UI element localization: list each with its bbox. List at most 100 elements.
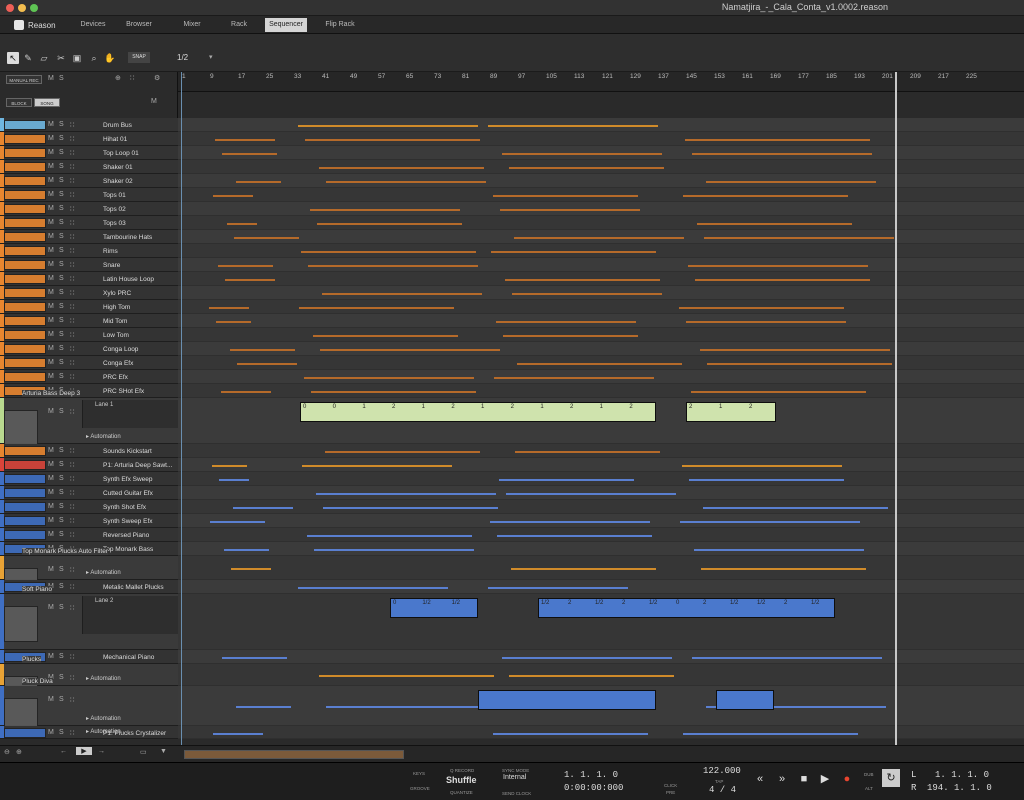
clip[interactable] <box>511 568 656 570</box>
clip[interactable] <box>213 732 263 735</box>
track-mute-button[interactable]: M <box>48 275 54 282</box>
device-thumbnail[interactable] <box>4 232 46 242</box>
track-solo-button[interactable]: S <box>59 503 64 510</box>
track-mute-button[interactable]: M <box>48 408 54 415</box>
track-header[interactable]: M S ∷ Reversed Piano <box>0 528 178 542</box>
device-thumbnail[interactable] <box>4 446 46 456</box>
device-thumbnail[interactable] <box>4 410 38 446</box>
track-name[interactable]: Tops 01 <box>103 192 126 199</box>
device-thumbnail[interactable] <box>4 728 46 738</box>
track-name[interactable]: High Tom <box>103 304 130 311</box>
settings-icon[interactable]: ⚙ <box>154 74 160 82</box>
device-thumbnail[interactable] <box>4 316 46 326</box>
tab-browser[interactable]: Browser <box>121 18 157 32</box>
clip[interactable] <box>316 493 496 495</box>
track-name[interactable]: PRC Efx <box>103 374 128 381</box>
track-mute-button[interactable]: M <box>48 261 54 268</box>
track-mute-button[interactable]: M <box>48 503 54 510</box>
clip[interactable] <box>683 732 858 735</box>
manual-rec-button[interactable]: MANUAL REC <box>6 75 42 84</box>
clip[interactable] <box>323 507 498 509</box>
track-solo-button[interactable]: S <box>59 696 64 703</box>
sequencer-lane[interactable] <box>178 726 1024 739</box>
record-enable-icon[interactable]: ∷ <box>70 583 74 591</box>
track-solo-button[interactable]: S <box>59 566 64 573</box>
sequencer-lane[interactable] <box>178 230 1024 244</box>
clip[interactable] <box>695 279 870 281</box>
device-thumbnail[interactable] <box>4 120 46 130</box>
automation-lane-toggle[interactable]: ▸ Automation <box>86 675 121 682</box>
record-enable-icon[interactable]: ∷ <box>70 163 74 171</box>
track-solo-button[interactable]: S <box>59 135 64 142</box>
track-mute-button[interactable]: M <box>48 163 54 170</box>
note-lane-header[interactable]: Lane 1 <box>82 400 178 428</box>
automation-lane-toggle[interactable]: ▸ Automation <box>86 433 121 440</box>
device-thumbnail[interactable] <box>4 176 46 186</box>
track-mute-button[interactable]: M <box>48 149 54 156</box>
shuffle-select[interactable]: Shuffle <box>446 775 477 785</box>
sequencer-lane[interactable] <box>178 286 1024 300</box>
select-arrow-icon[interactable]: ↖ <box>7 52 19 64</box>
record-enable-icon[interactable]: ∷ <box>70 674 74 682</box>
track-header[interactable]: M S ∷ Top Monark Plucks Auto Filter ▸ Automa… <box>0 548 178 588</box>
eraser-icon[interactable]: ▱ <box>38 52 50 64</box>
track-solo-button[interactable]: S <box>59 191 64 198</box>
clip[interactable] <box>209 307 249 309</box>
clip[interactable] <box>236 706 291 708</box>
magnify-icon[interactable]: ⌕ <box>88 52 100 64</box>
clip[interactable] <box>514 237 684 239</box>
device-thumbnail[interactable] <box>4 162 46 172</box>
clip[interactable] <box>680 521 860 523</box>
time-signature-display[interactable]: 4 / 4 <box>709 785 736 795</box>
track-header[interactable]: M S ∷ High Tom <box>0 300 178 314</box>
fast-forward-icon[interactable]: » <box>775 772 789 786</box>
keys-label[interactable]: KEYS <box>413 771 425 776</box>
block-mode-button[interactable]: BLOCK <box>6 98 32 107</box>
device-thumbnail[interactable] <box>4 134 46 144</box>
arrow-left-icon[interactable]: ← <box>60 748 67 755</box>
clip[interactable] <box>694 549 864 551</box>
transport-track-mute[interactable]: M <box>151 98 157 105</box>
track-solo-button[interactable]: S <box>59 489 64 496</box>
clip[interactable] <box>216 321 251 323</box>
track-name[interactable]: Mid Tom <box>103 318 127 325</box>
play-icon[interactable]: ▶ <box>818 772 832 786</box>
note-clip[interactable] <box>478 690 656 710</box>
track-solo-button[interactable]: S <box>59 219 64 226</box>
record-enable-icon[interactable]: ∷ <box>70 177 74 185</box>
track-header[interactable]: M S ∷ Soft Piano Lane 2 <box>0 586 178 650</box>
track-solo-button[interactable]: S <box>59 303 64 310</box>
marker-icon[interactable]: ▼ <box>160 748 167 755</box>
sequencer-lane[interactable] <box>178 664 1024 686</box>
record-enable-icon[interactable]: ∷ <box>70 233 74 241</box>
rewind-icon[interactable]: « <box>753 772 767 786</box>
sequencer-lane[interactable] <box>178 300 1024 314</box>
sequencer-lane[interactable] <box>178 342 1024 356</box>
track-header[interactable]: M S ∷ Arturia Bass Deep 3 Lane 1 ▸ Automation <box>0 390 178 446</box>
clip[interactable] <box>231 568 271 570</box>
track-mute-button[interactable]: M <box>48 447 54 454</box>
sequencer-lane[interactable] <box>178 542 1024 556</box>
clip[interactable] <box>493 195 638 197</box>
track-header[interactable]: M S ∷ Conga Loop <box>0 342 178 356</box>
clip[interactable] <box>213 195 253 197</box>
track-name[interactable]: Shaker 01 <box>103 164 133 171</box>
sequencer-lane[interactable] <box>178 528 1024 542</box>
device-thumbnail[interactable] <box>4 502 46 512</box>
record-enable-icon[interactable]: ∷ <box>70 531 74 539</box>
loop-left-display[interactable]: 1. 1. 1. 0 <box>935 770 989 780</box>
track-header[interactable]: M S ∷ PRC Efx <box>0 370 178 384</box>
sequencer-lane[interactable] <box>178 118 1024 132</box>
record-enable-icon[interactable]: ∷ <box>70 219 74 227</box>
track-solo-button[interactable]: S <box>59 247 64 254</box>
clip[interactable] <box>222 153 277 155</box>
record-enable-icon[interactable]: ∷ <box>70 191 74 199</box>
track-mute-button[interactable]: M <box>48 604 54 611</box>
snap-value[interactable]: 1/2 <box>177 53 188 62</box>
track-mute-button[interactable]: M <box>48 177 54 184</box>
track-header[interactable]: M S ∷ Tops 03 <box>0 216 178 230</box>
clip[interactable] <box>493 732 648 735</box>
clip[interactable] <box>322 293 482 295</box>
track-header[interactable]: M S ∷ Rims <box>0 244 178 258</box>
track-solo-button[interactable]: S <box>59 653 64 660</box>
